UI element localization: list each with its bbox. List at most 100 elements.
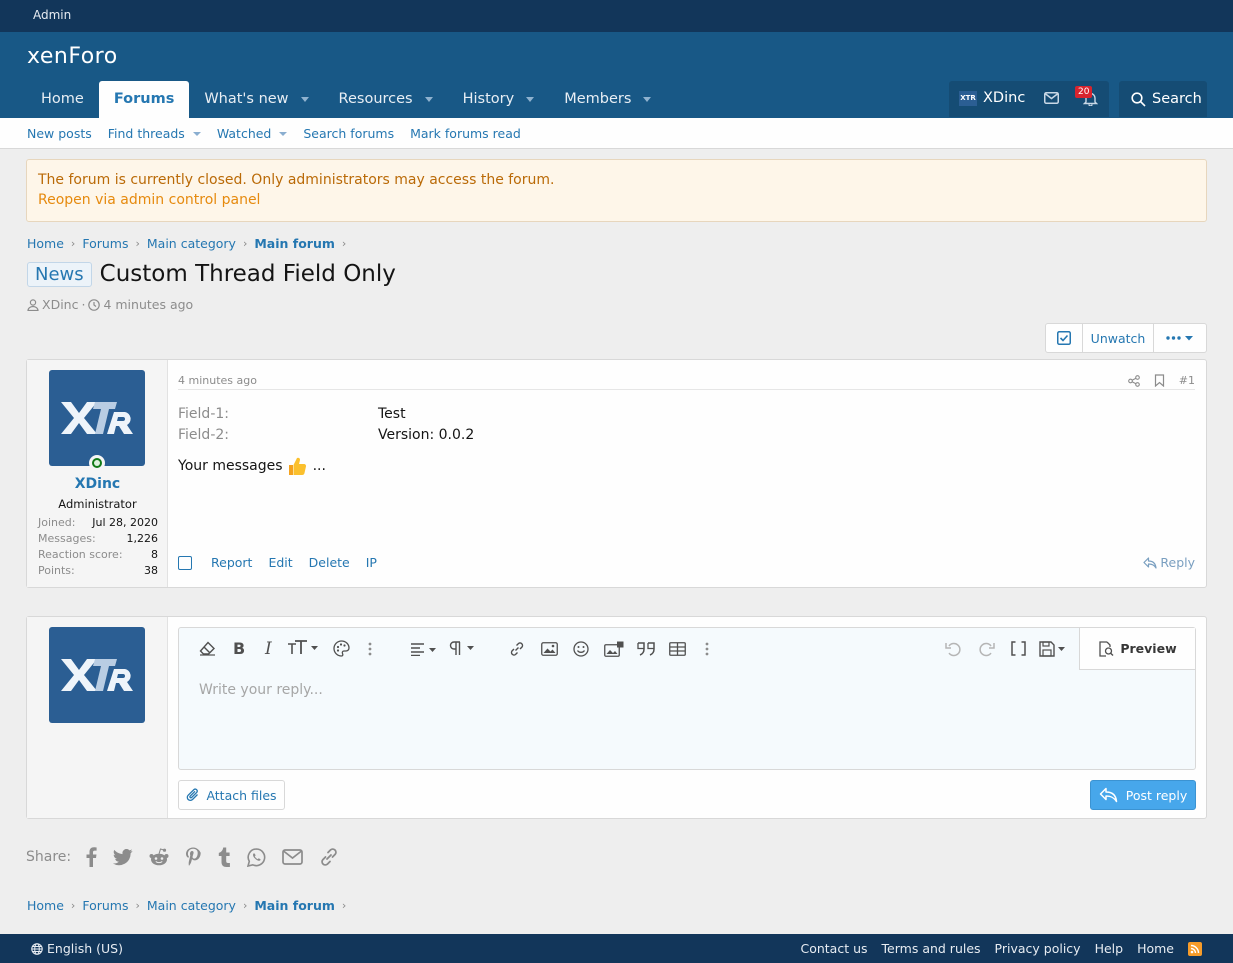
smile-icon[interactable]	[573, 641, 589, 657]
align-icon[interactable]	[410, 643, 438, 656]
stat-reaction-score: 8	[151, 548, 158, 561]
avatar[interactable]	[49, 370, 145, 466]
pinterest-icon[interactable]	[185, 847, 201, 867]
subnav-new-posts[interactable]: New posts	[27, 126, 92, 141]
drafts-icon[interactable]	[1039, 641, 1067, 657]
palette-icon[interactable]	[333, 640, 350, 657]
chevron-down-icon[interactable]	[279, 131, 288, 136]
image-icon[interactable]	[541, 642, 558, 656]
account-area: XTR XDinc 20	[949, 81, 1109, 117]
account-menu[interactable]: XTR XDinc	[959, 90, 1025, 106]
reopen-link[interactable]: Reopen via admin control panel	[38, 192, 1195, 208]
unwatch-button[interactable]: Unwatch	[1083, 324, 1154, 352]
admin-link[interactable]: Admin	[33, 8, 71, 22]
edit-link[interactable]: Edit	[268, 555, 292, 570]
chevron-down-icon[interactable]	[300, 97, 309, 102]
stat-points[interactable]: 38	[144, 563, 158, 579]
twitter-icon[interactable]	[113, 848, 133, 866]
post-reply-button[interactable]: Post reply	[1090, 780, 1196, 810]
share-icon[interactable]	[1127, 374, 1140, 387]
clear-format-icon[interactable]	[199, 641, 216, 656]
avatar[interactable]	[49, 627, 145, 723]
ip-link[interactable]: IP	[366, 555, 377, 570]
breadcrumb-bottom: Home › Forums › Main category › Main forum ›	[27, 898, 353, 913]
bookmark-icon[interactable]	[1154, 374, 1165, 387]
table-icon[interactable]	[669, 642, 686, 656]
chevron-right-icon: ›	[135, 237, 140, 250]
thread-author[interactable]: XDinc	[42, 297, 78, 312]
facebook-icon[interactable]	[85, 847, 97, 867]
post-header: 4 minutes ago #1	[178, 372, 1195, 390]
reply-icon	[1143, 556, 1157, 569]
italic-icon[interactable]: I	[265, 639, 272, 659]
chevron-down-icon[interactable]	[424, 97, 433, 102]
breadcrumb-forums[interactable]: Forums	[82, 236, 128, 251]
chevron-down-icon[interactable]	[192, 131, 201, 136]
footer-help[interactable]: Help	[1095, 941, 1124, 956]
breadcrumb-main-forum[interactable]: Main forum	[254, 898, 335, 913]
redo-icon[interactable]	[977, 641, 995, 657]
more-vertical-icon[interactable]	[368, 642, 372, 656]
nav-tab-forums[interactable]: Forums	[98, 81, 190, 118]
bbcode-toggle-icon[interactable]	[1011, 641, 1026, 656]
bold-icon[interactable]: B	[233, 639, 245, 658]
clock-icon	[88, 298, 101, 311]
breadcrumb-main-category[interactable]: Main category	[147, 898, 236, 913]
footer-privacy[interactable]: Privacy policy	[995, 941, 1081, 956]
select-post-checkbox[interactable]	[178, 555, 192, 570]
search-button[interactable]: Search	[1119, 81, 1207, 117]
text-size-icon[interactable]	[287, 639, 319, 656]
thread-prefix[interactable]: News	[27, 261, 92, 287]
sub-nav: New posts Find threads Watched Search fo…	[0, 118, 1233, 149]
tumblr-icon[interactable]	[217, 847, 231, 867]
subnav-find-threads[interactable]: Find threads	[108, 126, 201, 141]
field-label: Field-1:	[178, 406, 229, 422]
preview-button[interactable]: Preview	[1079, 628, 1195, 670]
more-vertical-icon[interactable]	[705, 642, 709, 656]
report-link[interactable]: Report	[211, 555, 252, 570]
thread-time[interactable]: 4 minutes ago	[103, 297, 193, 312]
post-time[interactable]: 4 minutes ago	[178, 374, 257, 387]
reply-editor[interactable]: B I Preview Write your reply...	[178, 627, 1196, 770]
quote-icon[interactable]	[637, 642, 656, 656]
post-username[interactable]: XDinc	[27, 476, 168, 492]
subnav-search-forums[interactable]: Search forums	[303, 126, 394, 141]
breadcrumb-main-category[interactable]: Main category	[147, 236, 236, 251]
subnav-watched[interactable]: Watched	[217, 126, 288, 141]
chevron-down-icon[interactable]	[526, 97, 535, 102]
paragraph-icon[interactable]	[449, 641, 477, 656]
post-number[interactable]: #1	[1179, 374, 1195, 387]
link-icon[interactable]	[509, 641, 525, 657]
nav-tab-home[interactable]: Home	[26, 81, 99, 118]
breadcrumb-forums[interactable]: Forums	[82, 898, 128, 913]
envelope-icon[interactable]	[1044, 92, 1059, 104]
reddit-icon[interactable]	[149, 848, 169, 866]
nav-tab-history[interactable]: History	[448, 81, 550, 118]
footer-terms[interactable]: Terms and rules	[882, 941, 981, 956]
breadcrumb-home[interactable]: Home	[27, 898, 64, 913]
breadcrumb-home[interactable]: Home	[27, 236, 64, 251]
language-chooser[interactable]: English (US)	[31, 941, 123, 956]
footer-contact-us[interactable]: Contact us	[800, 941, 867, 956]
select-thread-checkbox[interactable]	[1046, 324, 1083, 352]
whatsapp-icon[interactable]	[247, 847, 266, 867]
attach-files-button[interactable]: Attach files	[178, 780, 285, 810]
reply-input[interactable]: Write your reply...	[199, 682, 323, 698]
breadcrumb-main-forum[interactable]: Main forum	[254, 236, 335, 251]
more-options-button[interactable]	[1154, 324, 1206, 352]
subnav-mark-read[interactable]: Mark forums read	[410, 126, 521, 141]
nav-tab-whats-new[interactable]: What's new	[189, 81, 323, 118]
nav-tab-members[interactable]: Members	[549, 81, 666, 118]
stat-messages[interactable]: 1,226	[127, 531, 159, 547]
delete-link[interactable]: Delete	[309, 555, 350, 570]
media-icon[interactable]	[604, 641, 624, 657]
footer-home[interactable]: Home	[1137, 941, 1174, 956]
reply-link[interactable]: Reply	[1143, 555, 1195, 570]
chevron-down-icon[interactable]	[643, 97, 652, 102]
undo-icon[interactable]	[945, 641, 963, 657]
nav-tab-resources[interactable]: Resources	[324, 81, 448, 118]
site-logo[interactable]: xenForo	[27, 44, 118, 69]
link-icon[interactable]	[319, 847, 339, 867]
rss-icon[interactable]	[1188, 941, 1202, 956]
email-icon[interactable]	[282, 849, 303, 865]
